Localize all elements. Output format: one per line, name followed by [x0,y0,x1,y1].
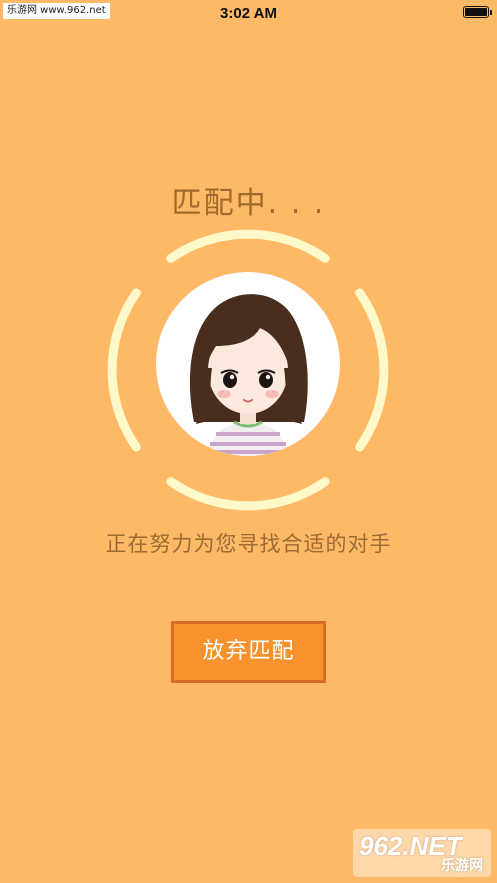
status-bar: 乐游网 www.962.net 3:02 AM [0,0,497,28]
status-time: 3:02 AM [220,5,277,22]
cartoon-girl-avatar-icon [189,294,308,456]
watermark-bottom: 962.NET 乐游网 [353,829,491,877]
ring-arc-bottom [166,477,330,511]
ring-arc-top [166,229,330,263]
battery-fill [465,8,487,16]
ring-arc-left [107,288,141,452]
ring-arc-right [355,288,389,452]
battery-icon [463,6,492,18]
matching-title: 匹配中. . . [171,186,326,221]
matching-status-text: 正在努力为您寻找合适的对手 [105,532,392,556]
avatar [156,272,340,456]
cancel-match-button[interactable]: 放弃匹配 [171,621,326,683]
watermark-site: 乐游网 [441,858,483,874]
